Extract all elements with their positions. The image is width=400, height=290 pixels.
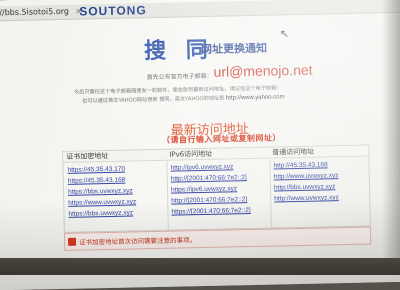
address-url[interactable]: //bbs.5isotoi5.org: [0, 5, 69, 20]
address-link[interactable]: https://[2001:470:66:7e2::2]: [171, 205, 270, 218]
cert-address-column: 证书加密地址 https://45.35.43.170 https://45.3…: [63, 149, 169, 232]
notice-line-2: 也可以通过英文YAHOO网站搜索 搜同，英文YAHOO的地址是 http://w…: [82, 93, 285, 104]
warning-text: 证书加密地址首次访问需要注意的事项。: [79, 236, 197, 247]
desk-surface: [0, 258, 400, 275]
site-logo: SOUTONG: [79, 3, 147, 19]
notice-line-2-text: 也可以通过英文YAHOO网站搜索 搜同，英文YAHOO的地址是: [82, 95, 225, 105]
yahoo-link[interactable]: http://www.yahoo.com: [226, 94, 285, 101]
manual-input-note: （请自行输入网址或复制网址）: [161, 133, 282, 145]
page-subtitle: 网址更换通知: [200, 41, 268, 57]
monitor-screen: //bbs.5isotoi5.org × SOUTONG 搜 同 网址更换通知 …: [0, 0, 400, 290]
ipv6-address-column: IPv6访问地址 http://ipv6.uvwxyz.xyz http://[…: [166, 147, 272, 230]
address-link[interactable]: https://bbs.uvwxyz.xyz: [68, 207, 167, 220]
monitor-bezel-shadow: [382, 0, 400, 275]
address-link[interactable]: http://www.uvwxyz.xyz: [274, 192, 369, 205]
official-email[interactable]: url@menojo.net: [213, 62, 312, 80]
warning-icon: [67, 237, 77, 246]
email-label: 首先公布官方电子邮箱：: [146, 72, 213, 82]
normal-address-column: 普通访问地址 http://45.35.43.168 http://www.uv…: [269, 145, 370, 228]
address-table: 证书加密地址 https://45.35.43.170 https://45.3…: [62, 144, 371, 233]
mouse-cursor-icon: ↖: [279, 27, 290, 41]
browser-address-bar[interactable]: //bbs.5isotoi5.org ×: [0, 0, 400, 22]
